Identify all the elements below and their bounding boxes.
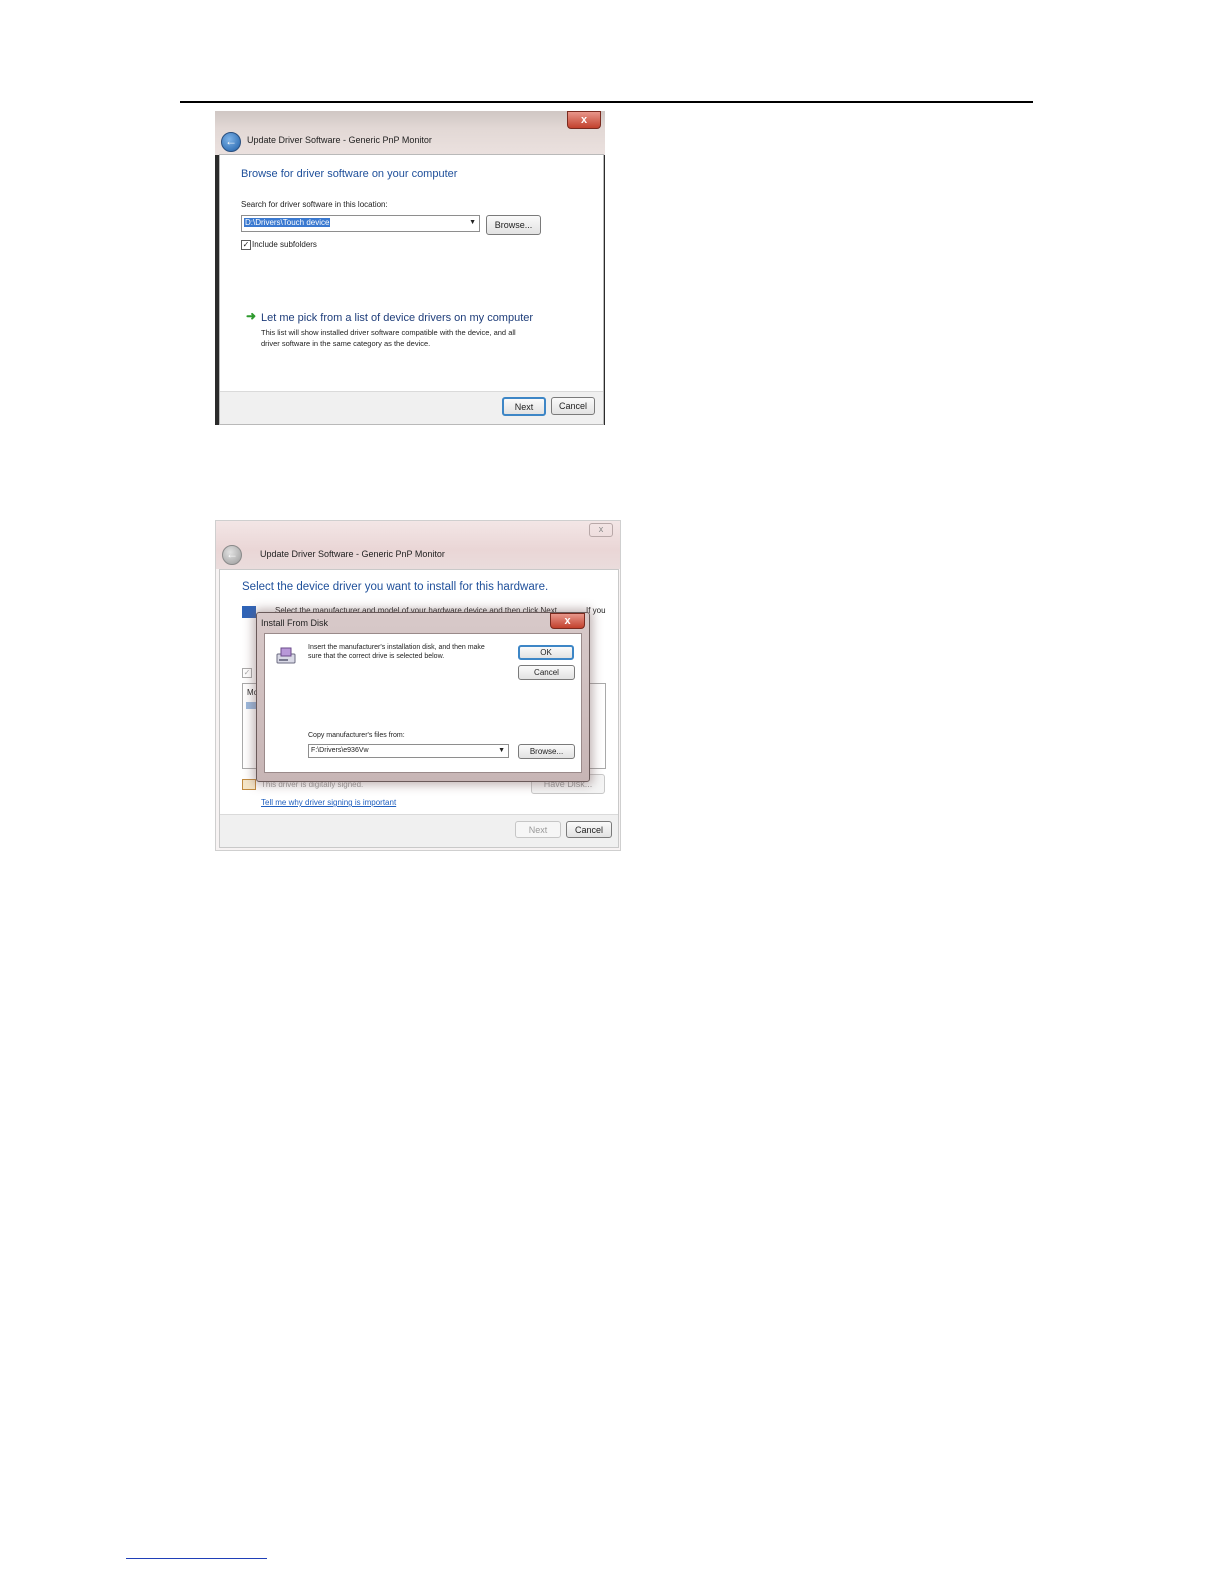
close-icon: x	[580, 114, 588, 126]
pick-description-line1: This list will show installed driver sof…	[261, 328, 516, 337]
install-message-line1: Insert the manufacturer's installation d…	[308, 644, 485, 651]
cancel-button[interactable]: Cancel	[566, 821, 612, 838]
dialog-footer: Next Cancel	[220, 814, 618, 847]
search-location-label: Search for driver software in this locat…	[241, 200, 388, 209]
monitor-icon	[242, 606, 256, 618]
title-bar	[216, 521, 620, 569]
dropdown-arrow-icon[interactable]: ▼	[469, 217, 476, 229]
title-bar	[215, 111, 605, 155]
install-from-disk-dialog: Install From Disk x Insert the manufactu…	[256, 612, 590, 782]
close-button[interactable]: x	[567, 111, 601, 129]
disk-path-value: F:\Drivers\e936Vw	[311, 747, 369, 754]
signed-driver-icon	[242, 779, 256, 790]
dialog-footer: Next Cancel	[220, 391, 603, 424]
driver-signing-link[interactable]: Tell me why driver signing is important	[261, 798, 396, 807]
install-from-disk-content: Insert the manufacturer's installation d…	[264, 633, 582, 773]
update-driver-browse-screenshot: x ← Update Driver Software - Generic PnP…	[215, 111, 605, 425]
back-arrow-icon[interactable]: ←	[221, 132, 241, 152]
modal-browse-button[interactable]: Browse...	[518, 744, 575, 759]
modal-cancel-button[interactable]: Cancel	[518, 665, 575, 680]
close-icon: x	[598, 524, 604, 534]
dialog-content: Browse for driver software on your compu…	[219, 154, 604, 425]
close-icon: x	[564, 615, 571, 627]
next-button[interactable]: Next	[515, 821, 561, 838]
page-title: Browse for driver software on your compu…	[241, 168, 458, 180]
show-compatible-checkbox[interactable]: ✓	[242, 668, 252, 678]
page-title: Select the device driver you want to ins…	[242, 581, 549, 593]
cancel-button[interactable]: Cancel	[551, 397, 595, 415]
green-arrow-icon: ➜	[246, 309, 257, 323]
install-message-line2: sure that the correct drive is selected …	[308, 653, 445, 660]
window-title: Update Driver Software - Generic PnP Mon…	[247, 135, 432, 145]
include-subfolders-label: Include subfolders	[252, 240, 317, 249]
install-from-disk-title: Install From Disk	[261, 618, 329, 628]
back-arrow-icon[interactable]: ←	[222, 545, 242, 565]
disk-drive-icon	[276, 647, 296, 664]
page-footer-rule	[126, 1558, 267, 1559]
close-button[interactable]: x	[589, 523, 613, 537]
pick-description-line2: driver software in the same category as …	[261, 339, 431, 348]
dropdown-arrow-icon[interactable]: ▼	[498, 745, 505, 756]
page-header-rule	[180, 101, 1033, 103]
select-device-driver-screenshot: x ← Update Driver Software - Generic PnP…	[215, 520, 621, 851]
ok-button[interactable]: OK	[518, 645, 574, 660]
driver-path-value: D:\Drivers\Touch device	[244, 218, 331, 227]
modal-close-button[interactable]: x	[550, 613, 585, 629]
window-title: Update Driver Software - Generic PnP Mon…	[260, 549, 445, 559]
include-subfolders-checkbox[interactable]: ✓	[241, 240, 251, 250]
driver-path-combobox[interactable]: D:\Drivers\Touch device ▼	[241, 215, 480, 232]
pick-from-list-link[interactable]: Let me pick from a list of device driver…	[261, 312, 533, 324]
disk-path-combobox[interactable]: F:\Drivers\e936Vw ▼	[308, 744, 509, 758]
next-button[interactable]: Next	[502, 397, 546, 416]
copy-files-label: Copy manufacturer's files from:	[308, 732, 405, 739]
browse-button[interactable]: Browse...	[486, 215, 541, 235]
